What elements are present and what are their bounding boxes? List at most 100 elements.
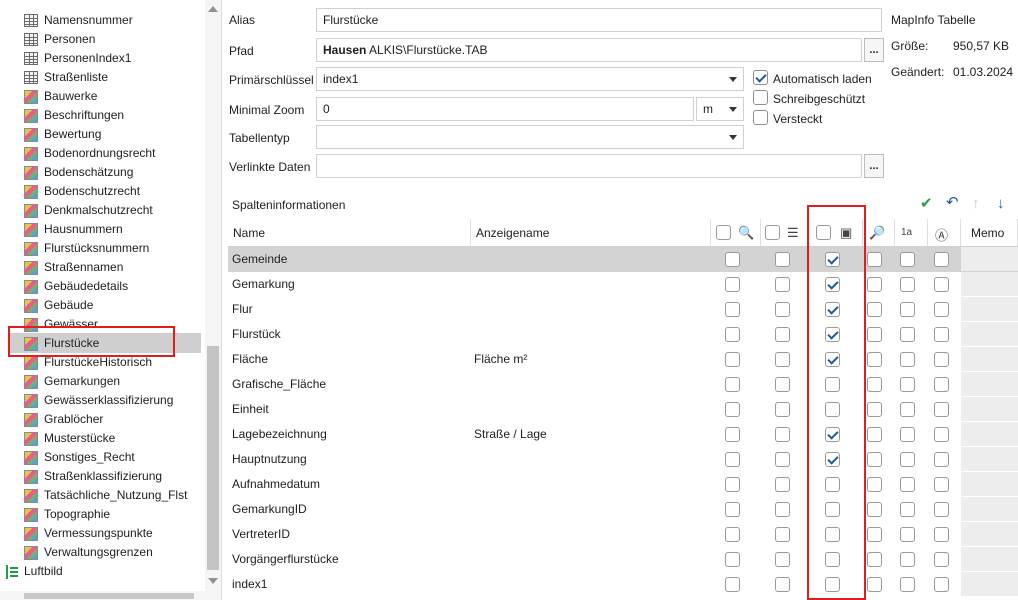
linked-data-input[interactable] (316, 154, 862, 178)
column-name-cell[interactable]: Fläche (232, 347, 468, 372)
row-checkbox[interactable] (725, 552, 740, 567)
row-checkbox[interactable] (775, 527, 790, 542)
row-checkbox[interactable] (725, 402, 740, 417)
header-memo[interactable]: Memo (961, 219, 1018, 247)
tree-item[interactable]: Bodenschutzrecht (24, 182, 140, 201)
table-row[interactable]: Gemarkung (228, 272, 1018, 297)
row-checkbox[interactable] (775, 252, 790, 267)
header-display-name[interactable]: Anzeigename (471, 219, 711, 247)
tree-item[interactable]: Straßenliste (24, 68, 108, 87)
display-name-cell[interactable] (474, 397, 708, 422)
table-row[interactable]: Flur (228, 297, 1018, 322)
row-checkbox[interactable] (900, 352, 915, 367)
row-checkbox[interactable] (725, 327, 740, 342)
table-row[interactable]: VertreterID (228, 522, 1018, 547)
row-checkbox[interactable] (934, 552, 949, 567)
row-checkbox[interactable] (775, 327, 790, 342)
row-checkbox[interactable] (900, 502, 915, 517)
row-checkbox[interactable] (775, 302, 790, 317)
scrollbar-thumb[interactable] (207, 346, 219, 570)
alias-input[interactable]: Flurstücke (316, 8, 882, 32)
column-name-cell[interactable]: Einheit (232, 397, 468, 422)
row-checkbox[interactable] (725, 452, 740, 467)
row-checkbox[interactable] (900, 577, 915, 592)
row-checkbox[interactable] (934, 527, 949, 542)
display-name-cell[interactable] (474, 522, 708, 547)
column-name-cell[interactable]: Flur (232, 297, 468, 322)
row-checkbox[interactable] (867, 252, 882, 267)
h-scrollbar-thumb[interactable] (24, 593, 194, 599)
column-name-cell[interactable]: Hauptnutzung (232, 447, 468, 472)
memo-cell[interactable] (961, 447, 1018, 471)
header-checkbox-indeterminate[interactable] (816, 225, 831, 240)
memo-cell[interactable] (961, 472, 1018, 496)
table-row[interactable]: Fläche Fläche m² (228, 347, 1018, 372)
row-checkbox[interactable] (725, 527, 740, 542)
column-name-cell[interactable]: index1 (232, 572, 468, 597)
row-checkbox[interactable] (934, 252, 949, 267)
tree-item[interactable]: Beschriftungen (24, 106, 124, 125)
row-checkbox[interactable] (867, 327, 882, 342)
column-name-cell[interactable]: Vorgängerflurstücke (232, 547, 468, 572)
memo-cell[interactable] (961, 247, 1018, 271)
row-checkbox[interactable] (900, 277, 915, 292)
table-row[interactable]: Lagebezeichnung Straße / Lage (228, 422, 1018, 447)
tree-item[interactable]: Grablöcher (24, 410, 103, 429)
visible-checkbox[interactable] (825, 452, 840, 467)
tree-item[interactable]: Gewässerklassifizierung (24, 391, 173, 410)
row-checkbox[interactable] (900, 302, 915, 317)
header-checkbox[interactable] (765, 225, 780, 240)
row-checkbox[interactable] (900, 252, 915, 267)
memo-cell[interactable] (961, 547, 1018, 571)
row-checkbox[interactable] (775, 427, 790, 442)
header-list-column[interactable]: ☰ (761, 219, 808, 247)
min-zoom-input[interactable]: 0 (316, 97, 694, 121)
row-checkbox[interactable] (900, 527, 915, 542)
apply-check-icon[interactable]: ✔ (920, 196, 933, 212)
table-row[interactable]: index1 (228, 572, 1018, 597)
display-name-cell[interactable] (474, 322, 708, 347)
memo-cell[interactable] (961, 272, 1018, 296)
linked-data-browse-button[interactable]: ... (864, 154, 884, 178)
table-row[interactable]: Vorgängerflurstücke (228, 547, 1018, 572)
row-checkbox[interactable] (725, 502, 740, 517)
row-checkbox[interactable] (775, 452, 790, 467)
display-name-cell[interactable] (474, 447, 708, 472)
header-checkbox[interactable] (716, 225, 731, 240)
header-visible-column[interactable]: ▣ (808, 219, 863, 247)
tree-item[interactable]: PersonenIndex1 (24, 49, 131, 68)
table-type-select[interactable] (316, 125, 744, 149)
scroll-down-icon[interactable] (208, 578, 218, 584)
visible-checkbox[interactable] (825, 377, 840, 392)
row-checkbox[interactable] (725, 252, 740, 267)
auto-load-checkbox[interactable] (753, 70, 768, 85)
tree-item[interactable]: Musterstücke (24, 429, 115, 448)
table-row[interactable]: Einheit (228, 397, 1018, 422)
header-sort-column[interactable]: 1a (895, 219, 928, 247)
header-zoom-column[interactable]: 🔎 (863, 219, 895, 247)
row-checkbox[interactable] (900, 377, 915, 392)
column-name-cell[interactable]: Aufnahmedatum (232, 472, 468, 497)
row-checkbox[interactable] (775, 477, 790, 492)
row-checkbox[interactable] (775, 577, 790, 592)
column-name-cell[interactable]: Gemarkung (232, 272, 468, 297)
header-name[interactable]: Name (228, 219, 471, 247)
row-checkbox[interactable] (867, 452, 882, 467)
row-checkbox[interactable] (934, 477, 949, 492)
column-name-cell[interactable]: Grafische_Fläche (232, 372, 468, 397)
table-row[interactable]: Gemeinde (228, 247, 1018, 272)
memo-cell[interactable] (961, 422, 1018, 446)
display-name-cell[interactable]: Fläche m² (474, 347, 708, 372)
row-checkbox[interactable] (934, 302, 949, 317)
row-checkbox[interactable] (775, 502, 790, 517)
visible-checkbox[interactable] (825, 277, 840, 292)
tree-item[interactable]: Namensnummer (24, 11, 133, 30)
table-row[interactable]: Flurstück (228, 322, 1018, 347)
tree-item-luftbild[interactable]: Luftbild (6, 562, 63, 581)
row-checkbox[interactable] (934, 327, 949, 342)
visible-checkbox[interactable] (825, 577, 840, 592)
tree-item[interactable]: Gemarkungen (24, 372, 120, 391)
row-checkbox[interactable] (725, 577, 740, 592)
row-checkbox[interactable] (867, 502, 882, 517)
display-name-cell[interactable] (474, 472, 708, 497)
